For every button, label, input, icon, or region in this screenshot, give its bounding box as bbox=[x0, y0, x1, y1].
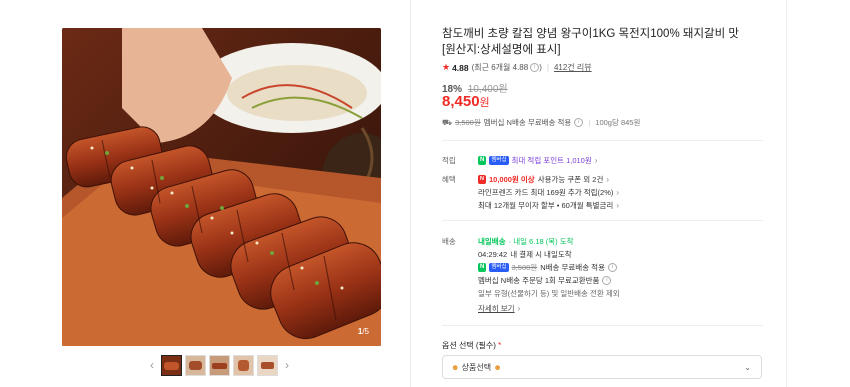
chevron-right-icon: › bbox=[517, 304, 521, 313]
chevron-right-icon: › bbox=[616, 201, 619, 210]
coupon-badge: N bbox=[478, 175, 486, 184]
reviews-link[interactable]: 412건 리뷰 bbox=[554, 62, 592, 73]
rating-score: 4.88 bbox=[452, 62, 469, 73]
membership-badge: 멤버십 bbox=[489, 263, 509, 272]
info-icon[interactable]: i bbox=[602, 276, 612, 285]
shipping-original-fee: 3,500원 bbox=[455, 118, 481, 127]
smile-icon: ☻ bbox=[451, 362, 460, 372]
card-row[interactable]: 라인프렌즈 카드 최대 169원 추가 적립(2%) › bbox=[478, 187, 619, 198]
countdown-text: 내 결제 시 내일도착 bbox=[510, 250, 572, 259]
unit-price: 100g당 845원 bbox=[595, 118, 641, 127]
more-link-text: 자세히 보기 bbox=[478, 304, 515, 313]
thumbnail-prev-arrow-icon[interactable]: ‹ bbox=[146, 358, 158, 372]
price-number: 8,450 bbox=[442, 93, 480, 110]
truck-icon: ⛟ bbox=[442, 117, 453, 127]
free-return-row: 멤버십 N배송 주문당 1회 무료교환반품 i bbox=[478, 275, 612, 286]
option-selected: ☻ 상품선택 ☻ bbox=[451, 362, 502, 373]
shipping-summary: ⛟ 3,500원 멤버십 N배송 무료배송 적용 i | 100g당 845원 bbox=[442, 117, 641, 127]
free-shipping-row: N 멤버십 3,500원 N배송 무료배송 적용 i bbox=[478, 262, 617, 273]
sale-price: 8,450원 bbox=[442, 93, 490, 111]
required-mark: * bbox=[498, 341, 502, 350]
thumbnail-3[interactable] bbox=[209, 354, 230, 376]
info-icon[interactable]: i bbox=[608, 263, 617, 272]
rating-row: ★ 4.88 (최근 6개월 4.88 i) | 412건 리뷰 bbox=[442, 62, 592, 73]
free-shipping-text: N배송 무료배송 적용 bbox=[540, 263, 605, 272]
info-icon[interactable]: i bbox=[530, 63, 540, 72]
chevron-down-icon: ⌄ bbox=[744, 362, 751, 372]
column-divider bbox=[410, 0, 411, 387]
coupon-amount: 10,000원 이상 bbox=[488, 175, 535, 184]
countdown-timer: 04:29:42 bbox=[478, 250, 508, 259]
coupon-row[interactable]: N 10,000원 이상 사용가능 쿠폰 외 2건 › bbox=[478, 174, 609, 185]
tomorrow-delivery-row: 내일배송 · 내일 6.18 (목) 도착 bbox=[478, 236, 574, 247]
thumbnail-strip: ‹ › bbox=[146, 354, 293, 376]
divider bbox=[442, 220, 763, 221]
chevron-right-icon: › bbox=[616, 188, 620, 197]
countdown-row: 04:29:42 내 결제 시 내일도착 bbox=[478, 249, 572, 260]
smile-icon: ☻ bbox=[493, 362, 502, 372]
points-row[interactable]: N 멤버십 최대 적립 포인트 1,010원 › bbox=[478, 155, 597, 166]
delivery-note: 일부 유형(선물하기 등) 및 일반배송 전환 제외 bbox=[478, 289, 620, 298]
installment-row[interactable]: 최대 12개월 무이자 할부 • 60개월 특별금리 › bbox=[478, 200, 619, 211]
tomorrow-delivery-badge: 내일배송 bbox=[478, 237, 506, 246]
shipping-text: 멤버십 N배송 무료배송 적용 bbox=[483, 118, 572, 127]
thumbnail-1[interactable] bbox=[161, 354, 182, 376]
price-unit: 원 bbox=[479, 97, 490, 109]
chevron-right-icon: › bbox=[606, 175, 610, 184]
star-icon: ★ bbox=[442, 62, 451, 72]
points-label: 적립 bbox=[442, 156, 456, 165]
benefits-label: 혜택 bbox=[442, 175, 456, 184]
coupon-text: 사용가능 쿠폰 외 2건 bbox=[537, 175, 604, 184]
option-label-text: 옵션 선택 (필수) bbox=[442, 341, 496, 350]
divider bbox=[442, 140, 763, 141]
info-icon[interactable]: i bbox=[574, 118, 584, 127]
arrival-date: · 내일 6.18 (목) 도착 bbox=[508, 237, 574, 246]
thumbnail-5[interactable] bbox=[257, 354, 278, 376]
rating-recent: (최근 6개월 4.88 bbox=[471, 63, 529, 72]
option-selected-text: 상품선택 bbox=[461, 362, 492, 372]
thumbnail-next-arrow-icon[interactable]: › bbox=[281, 358, 293, 372]
card-text: 라인프렌즈 카드 최대 169원 추가 적립(2%) bbox=[478, 188, 614, 197]
points-text: 최대 적립 포인트 1,010원 bbox=[511, 156, 592, 165]
option-select-dropdown[interactable]: ☻ 상품선택 ☻ ⌄ bbox=[442, 355, 762, 379]
npay-badge: N bbox=[478, 263, 487, 272]
npay-badge: N bbox=[478, 156, 487, 165]
delivery-label: 배송 bbox=[442, 237, 456, 246]
option-label: 옵션 선택 (필수) * bbox=[442, 340, 501, 351]
thumbnail-4[interactable] bbox=[233, 354, 254, 376]
installment-text: 최대 12개월 무이자 할부 • 60개월 특별금리 bbox=[478, 201, 614, 210]
grilled-pork-photo bbox=[62, 28, 381, 346]
shipping-original-fee: 3,500원 bbox=[511, 263, 538, 272]
delivery-more-link[interactable]: 자세히 보기 › bbox=[478, 303, 520, 314]
divider bbox=[442, 325, 763, 326]
main-product-image[interactable]: 1/5 bbox=[62, 28, 381, 346]
thumbnail-2[interactable] bbox=[185, 354, 206, 376]
product-title: 참도깨비 초량 칼집 양념 왕구이1KG 목전지100% 돼지갈비 맛 [원산지… bbox=[442, 28, 739, 56]
chevron-right-icon: › bbox=[594, 156, 598, 165]
membership-badge: 멤버십 bbox=[489, 156, 509, 165]
image-page-counter: 1/5 bbox=[357, 327, 369, 336]
free-return-text: 멤버십 N배송 주문당 1회 무료교환반품 bbox=[478, 276, 600, 285]
column-divider-right bbox=[786, 0, 787, 387]
